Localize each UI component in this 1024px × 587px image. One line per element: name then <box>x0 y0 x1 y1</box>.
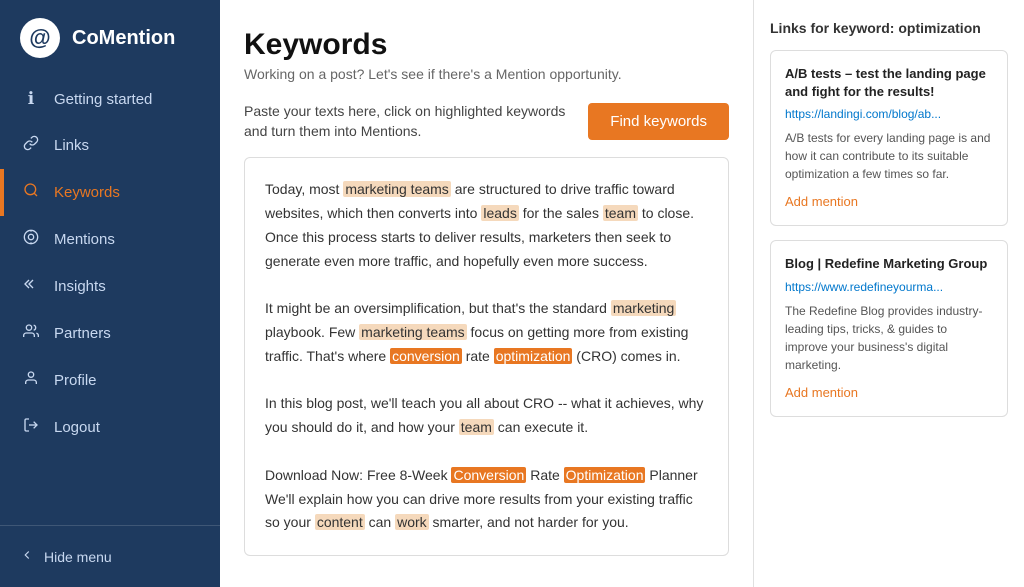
add-mention-button-1[interactable]: Add mention <box>785 194 858 209</box>
highlight-marketing-1: marketing <box>611 300 676 316</box>
logout-icon <box>20 417 42 438</box>
highlight-content: content <box>315 514 365 530</box>
mentions-icon <box>20 229 42 250</box>
logo-text: CoMention <box>72 27 175 50</box>
highlight-optimization-2: Optimization <box>564 467 646 483</box>
sidebar-item-keywords[interactable]: Keywords <box>0 169 220 216</box>
chevron-left-icon <box>20 548 34 565</box>
sidebar-item-insights[interactable]: Insights <box>0 263 220 310</box>
toolbar: Paste your texts here, click on highligh… <box>244 102 729 141</box>
sidebar-nav: ℹ Getting started Links Keywords <box>0 76 220 451</box>
page-subtitle: Working on a post? Let's see if there's … <box>244 66 729 82</box>
profile-icon <box>20 370 42 391</box>
search-icon <box>20 182 42 203</box>
toolbar-instructions: Paste your texts here, click on highligh… <box>244 102 588 141</box>
article-text-box[interactable]: Today, most marketing teams are structur… <box>244 157 729 556</box>
center-panel: Keywords Working on a post? Let's see if… <box>220 0 754 587</box>
paragraph-3: In this blog post, we'll teach you all a… <box>265 392 708 440</box>
sidebar-item-mentions[interactable]: Mentions <box>0 216 220 263</box>
find-keywords-button[interactable]: Find keywords <box>588 103 729 140</box>
sidebar-label-partners: Partners <box>54 325 111 342</box>
sidebar: @ CoMention ℹ Getting started Links <box>0 0 220 587</box>
hide-menu-button[interactable]: Hide menu <box>0 536 220 577</box>
add-mention-button-2[interactable]: Add mention <box>785 385 858 400</box>
sidebar-bottom: Hide menu <box>0 525 220 587</box>
highlight-optimization-1: optimization <box>494 348 573 364</box>
link-icon <box>20 135 42 156</box>
links-keyword: optimization <box>898 20 980 36</box>
paragraph-1: Today, most marketing teams are structur… <box>265 178 708 273</box>
sidebar-label-keywords: Keywords <box>54 184 120 201</box>
sidebar-item-partners[interactable]: Partners <box>0 310 220 357</box>
hide-menu-label: Hide menu <box>44 549 112 565</box>
link-card-2: Blog | Redefine Marketing Group https://… <box>770 240 1008 416</box>
link-card-2-url[interactable]: https://www.redefineyourma... <box>785 280 993 294</box>
sidebar-label-mentions: Mentions <box>54 231 115 248</box>
info-icon: ℹ <box>20 89 42 109</box>
insights-icon <box>20 276 42 297</box>
links-header: Links for keyword: optimization <box>770 20 1008 36</box>
sidebar-item-logout[interactable]: Logout <box>0 404 220 451</box>
link-card-1-title: A/B tests – test the landing page and fi… <box>785 65 993 101</box>
link-card-1-url[interactable]: https://landingi.com/blog/ab... <box>785 107 993 121</box>
paragraph-4: Download Now: Free 8-Week Conversion Rat… <box>265 464 708 488</box>
link-card-2-desc: The Redefine Blog provides industry-lead… <box>785 302 993 374</box>
highlight-conversion: conversion <box>390 348 462 364</box>
sidebar-item-profile[interactable]: Profile <box>0 357 220 404</box>
highlight-marketing-teams-2: marketing teams <box>359 324 466 340</box>
link-card-1: A/B tests – test the landing page and fi… <box>770 50 1008 226</box>
highlight-conversion-2: Conversion <box>451 467 526 483</box>
paragraph-5: We'll explain how you can drive more res… <box>265 488 708 536</box>
highlight-team-2: team <box>459 419 494 435</box>
highlight-leads: leads <box>481 205 518 221</box>
main-content: Keywords Working on a post? Let's see if… <box>220 0 1024 587</box>
paragraph-2: It might be an oversimplification, but t… <box>265 297 708 368</box>
highlight-team-1: team <box>603 205 638 221</box>
sidebar-label-links: Links <box>54 137 89 154</box>
page-title: Keywords <box>244 28 729 62</box>
content-area: Keywords Working on a post? Let's see if… <box>220 0 1024 587</box>
link-card-2-title: Blog | Redefine Marketing Group <box>785 255 993 273</box>
sidebar-label-profile: Profile <box>54 372 97 389</box>
sidebar-label-insights: Insights <box>54 278 106 295</box>
right-panel: Links for keyword: optimization A/B test… <box>754 0 1024 587</box>
sidebar-item-getting-started[interactable]: ℹ Getting started <box>0 76 220 122</box>
highlight-marketing-teams-1: marketing teams <box>343 181 450 197</box>
link-card-1-desc: A/B tests for every landing page is and … <box>785 129 993 183</box>
logo-icon: @ <box>20 18 60 58</box>
sidebar-item-links[interactable]: Links <box>0 122 220 169</box>
highlight-work: work <box>395 514 429 530</box>
sidebar-label-getting-started: Getting started <box>54 91 152 108</box>
sidebar-logo: @ CoMention <box>0 0 220 76</box>
sidebar-label-logout: Logout <box>54 419 100 436</box>
partners-icon <box>20 323 42 344</box>
